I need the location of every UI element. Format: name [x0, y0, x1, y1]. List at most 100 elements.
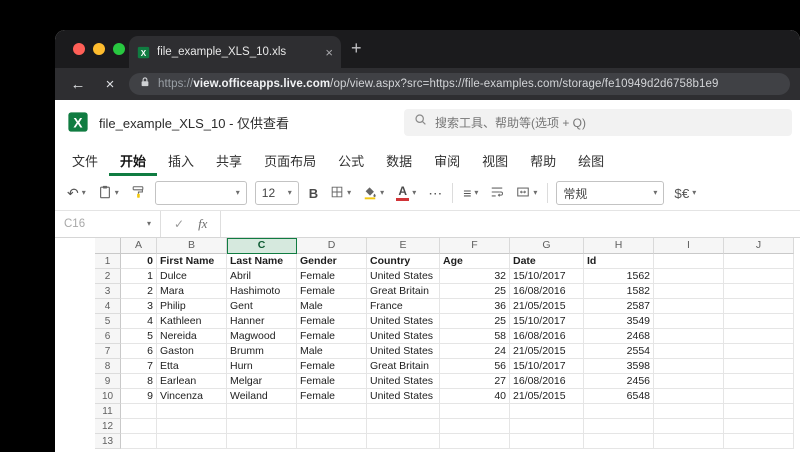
- cell-G10[interactable]: 21/05/2015: [510, 389, 584, 404]
- cell-J13[interactable]: [724, 434, 794, 449]
- cell-J8[interactable]: [724, 359, 794, 374]
- cell-I11[interactable]: [654, 404, 724, 419]
- align-button[interactable]: ≡ ▾: [461, 184, 480, 202]
- borders-button[interactable]: ▾: [328, 183, 353, 204]
- menu-tab-insert[interactable]: 插入: [157, 144, 205, 176]
- cell-I1[interactable]: [654, 254, 724, 269]
- cell-H13[interactable]: [584, 434, 654, 449]
- column-header-G[interactable]: G: [510, 238, 584, 254]
- cell-C3[interactable]: Hashimoto: [227, 284, 297, 299]
- cell-A4[interactable]: 3: [121, 299, 157, 314]
- fx-icon[interactable]: fx: [198, 216, 207, 232]
- cell-B5[interactable]: Kathleen: [157, 314, 227, 329]
- menu-tab-formulas[interactable]: 公式: [327, 144, 375, 176]
- cell-J7[interactable]: [724, 344, 794, 359]
- cell-J11[interactable]: [724, 404, 794, 419]
- cell-F6[interactable]: 58: [440, 329, 510, 344]
- cell-F9[interactable]: 27: [440, 374, 510, 389]
- row-header-9[interactable]: 9: [95, 374, 121, 389]
- enter-check-icon[interactable]: ✓: [174, 217, 184, 231]
- row-header-10[interactable]: 10: [95, 389, 121, 404]
- row-header-7[interactable]: 7: [95, 344, 121, 359]
- cell-C5[interactable]: Hanner: [227, 314, 297, 329]
- cell-B3[interactable]: Mara: [157, 284, 227, 299]
- number-format-select[interactable]: 常规 ▾: [556, 181, 665, 205]
- cell-A11[interactable]: [121, 404, 157, 419]
- cell-H10[interactable]: 6548: [584, 389, 654, 404]
- cell-E3[interactable]: Great Britain: [367, 284, 440, 299]
- cell-E9[interactable]: United States: [367, 374, 440, 389]
- cell-D5[interactable]: Female: [297, 314, 367, 329]
- cell-J6[interactable]: [724, 329, 794, 344]
- row-header-12[interactable]: 12: [95, 419, 121, 434]
- cell-J9[interactable]: [724, 374, 794, 389]
- cell-H4[interactable]: 2587: [584, 299, 654, 314]
- cell-J12[interactable]: [724, 419, 794, 434]
- merge-cells-button[interactable]: ▾: [514, 183, 539, 204]
- search-box[interactable]: 搜索工具、帮助等(选项 + Q): [404, 108, 792, 136]
- cell-G6[interactable]: 16/08/2016: [510, 329, 584, 344]
- menu-tab-page-layout[interactable]: 页面布局: [253, 144, 327, 176]
- cell-F4[interactable]: 36: [440, 299, 510, 314]
- cell-E13[interactable]: [367, 434, 440, 449]
- cell-I3[interactable]: [654, 284, 724, 299]
- select-all-corner[interactable]: [95, 238, 121, 254]
- more-options-button[interactable]: ⋯: [426, 184, 444, 202]
- address-bar[interactable]: https://view.officeapps.live.com/op/view…: [129, 73, 790, 95]
- cell-E11[interactable]: [367, 404, 440, 419]
- cell-I6[interactable]: [654, 329, 724, 344]
- cell-C10[interactable]: Weiland: [227, 389, 297, 404]
- cell-B7[interactable]: Gaston: [157, 344, 227, 359]
- cell-D9[interactable]: Female: [297, 374, 367, 389]
- cell-E6[interactable]: United States: [367, 329, 440, 344]
- cell-E7[interactable]: United States: [367, 344, 440, 359]
- column-header-H[interactable]: H: [584, 238, 654, 254]
- cell-A2[interactable]: 1: [121, 269, 157, 284]
- cell-G7[interactable]: 21/05/2015: [510, 344, 584, 359]
- cell-G1[interactable]: Date: [510, 254, 584, 269]
- cell-D10[interactable]: Female: [297, 389, 367, 404]
- cell-F5[interactable]: 25: [440, 314, 510, 329]
- cell-I5[interactable]: [654, 314, 724, 329]
- cell-B11[interactable]: [157, 404, 227, 419]
- cell-F2[interactable]: 32: [440, 269, 510, 284]
- cell-A8[interactable]: 7: [121, 359, 157, 374]
- cell-D2[interactable]: Female: [297, 269, 367, 284]
- format-painter-button[interactable]: [129, 183, 147, 204]
- browser-tab[interactable]: X file_example_XLS_10.xls ×: [129, 36, 341, 68]
- cell-D4[interactable]: Male: [297, 299, 367, 314]
- cell-A9[interactable]: 8: [121, 374, 157, 389]
- cell-J4[interactable]: [724, 299, 794, 314]
- column-header-E[interactable]: E: [367, 238, 440, 254]
- row-header-1[interactable]: 1: [95, 254, 121, 269]
- cell-J1[interactable]: [724, 254, 794, 269]
- row-header-11[interactable]: 11: [95, 404, 121, 419]
- cell-I4[interactable]: [654, 299, 724, 314]
- paste-button[interactable]: ▾: [96, 183, 121, 204]
- cell-J5[interactable]: [724, 314, 794, 329]
- cell-A1[interactable]: 0: [121, 254, 157, 269]
- font-color-button[interactable]: A ▾: [394, 183, 418, 203]
- cell-E5[interactable]: United States: [367, 314, 440, 329]
- cell-D3[interactable]: Female: [297, 284, 367, 299]
- row-header-4[interactable]: 4: [95, 299, 121, 314]
- font-size-select[interactable]: 12 ▾: [254, 181, 299, 205]
- cell-D13[interactable]: [297, 434, 367, 449]
- cell-C13[interactable]: [227, 434, 297, 449]
- cell-D7[interactable]: Male: [297, 344, 367, 359]
- column-header-J[interactable]: J: [724, 238, 794, 254]
- cell-H11[interactable]: [584, 404, 654, 419]
- cell-A6[interactable]: 5: [121, 329, 157, 344]
- menu-tab-draw[interactable]: 绘图: [567, 144, 615, 176]
- cell-B10[interactable]: Vincenza: [157, 389, 227, 404]
- cell-H7[interactable]: 2554: [584, 344, 654, 359]
- cell-B4[interactable]: Philip: [157, 299, 227, 314]
- row-header-2[interactable]: 2: [95, 269, 121, 284]
- menu-tab-help[interactable]: 帮助: [519, 144, 567, 176]
- cell-G2[interactable]: 15/10/2017: [510, 269, 584, 284]
- cell-D1[interactable]: Gender: [297, 254, 367, 269]
- formula-input[interactable]: [221, 211, 800, 237]
- cell-G4[interactable]: 21/05/2015: [510, 299, 584, 314]
- cell-I10[interactable]: [654, 389, 724, 404]
- cell-C6[interactable]: Magwood: [227, 329, 297, 344]
